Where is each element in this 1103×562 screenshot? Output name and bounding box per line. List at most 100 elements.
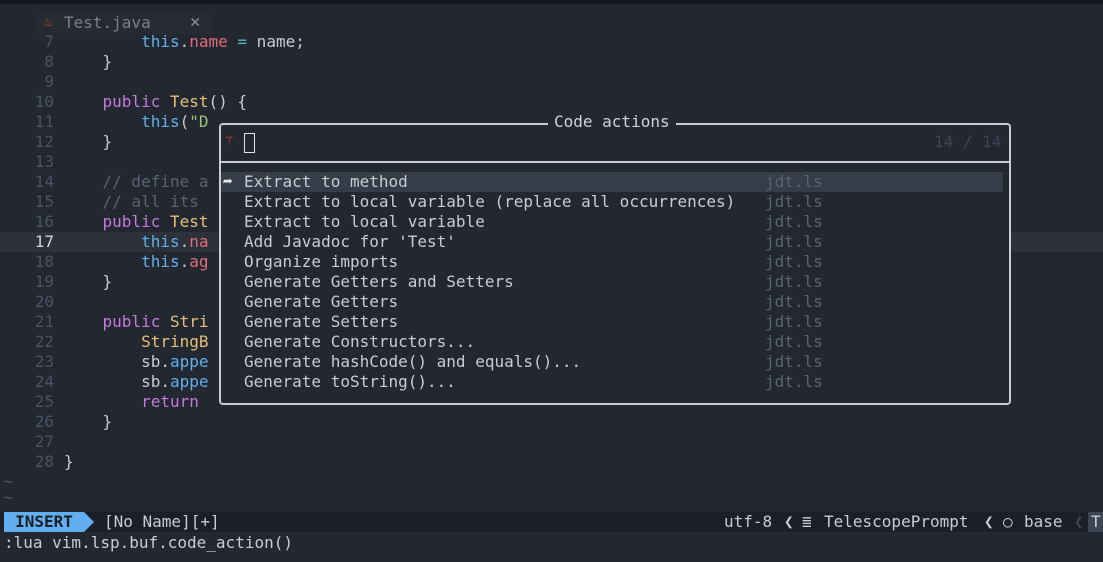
code-line[interactable]: 28} [0,452,1103,472]
line-number: 21 [34,312,54,331]
code-action-item[interactable]: Generate Getters and Setters jdt.ls [221,272,1003,292]
code-action-title: Generate hashCode() and equals()... [244,352,582,371]
separator-icon: ❮ [784,512,794,531]
lsp-client-name: jdt.ls [765,292,823,311]
line-number: 23 [34,352,54,371]
code-text: public Test [102,212,209,231]
command-line[interactable]: :lua vim.lsp.buf.code_action() [4,533,293,553]
code-text: // define a [102,172,209,191]
code-text: sb.appe [64,372,209,391]
java-icon: ♨ [44,14,53,30]
code-action-title: Generate toString()... [244,372,456,391]
code-action-item[interactable]: Add Javadoc for 'Test' jdt.ls [221,232,1003,252]
line-number: 27 [34,432,54,451]
code-text: this.na [141,232,209,251]
line-number: 26 [34,412,54,431]
code-action-title: Generate Getters and Setters [244,272,514,291]
line-number: 8 [44,52,54,71]
code-action-item[interactable]: Generate hashCode() and equals()... jdt.l… [221,352,1003,372]
close-icon[interactable]: ✕ [190,12,200,32]
separator-icon: ❮ [1074,512,1084,531]
code-text: return [141,392,199,411]
code-action-title: Extract to local variable (replace all o… [244,192,736,211]
code-action-title: Generate Setters [244,312,399,331]
line-number: 17 [34,232,54,251]
line-number: 20 [34,292,54,311]
code-action-title: Organize imports [244,252,399,271]
lsp-client-name: jdt.ls [765,172,823,191]
code-text: this("D [141,112,209,131]
code-text: public Test() { [102,92,248,111]
tab-test-java[interactable]: ♨ Test.java ✕ [38,12,214,34]
code-line[interactable]: 8 } [0,52,1103,72]
line-number: 22 [34,332,54,351]
code-text: } [64,452,74,471]
selection-caret-icon: ➦ [223,172,233,191]
code-action-item[interactable]: Organize imports jdt.ls [221,252,1003,272]
line-number: 12 [34,132,54,151]
buffer-name: [No Name][+] [104,512,220,531]
code-action-item[interactable]: Generate toString()... jdt.ls [221,372,1003,392]
lsp-client-name: jdt.ls [765,352,823,371]
line-number: 13 [34,152,54,171]
code-action-item[interactable]: Generate Setters jdt.ls [221,312,1003,332]
line-number: 16 [34,212,54,231]
code-action-item[interactable]: Generate Getters jdt.ls [221,292,1003,312]
code-text: StringB [141,332,209,351]
code-action-title: Generate Getters [244,292,399,311]
code-action-title: Extract to local variable [244,212,485,231]
telescope-icon: ⚚ [225,133,234,149]
code-line[interactable]: 7 this.name = name; [0,32,1103,52]
truncated-segment: T [1088,512,1103,532]
lsp-client-name: jdt.ls [765,192,823,211]
code-text: // all its [102,192,199,211]
code-action-item[interactable]: Extract to local variable (replace all o… [221,192,1003,212]
branch-icon: ○ [1003,512,1013,531]
code-line[interactable]: 26 } [0,412,1103,432]
code-text: } [64,272,113,291]
code-text: } [64,412,113,431]
code-action-title: Generate Constructors... [244,332,476,351]
code-action-title: Extract to method [244,172,408,191]
line-number: 15 [34,192,54,211]
code-line[interactable]: 27 [0,432,1103,452]
code-text: this.ag [141,252,209,271]
code-action-item[interactable]: Extract to local variable jdt.ls [221,212,1003,232]
line-number: 24 [34,372,54,391]
line-number: 11 [34,112,54,131]
line-number: 7 [44,32,54,51]
lsp-client-name: jdt.ls [765,312,823,331]
line-number: 14 [34,172,54,191]
code-text: this.name = name; [141,32,305,51]
separator-icon: ❮ [984,512,994,531]
filetype: TelescopePrompt [824,512,969,531]
tab-label: Test.java [64,13,151,32]
git-branch: base [1024,512,1063,531]
line-number: 18 [34,252,54,271]
lsp-client-name: jdt.ls [765,332,823,351]
filetype-icon: ≣ [802,512,812,531]
code-text: public Stri [102,312,209,331]
code-text: } [64,52,113,71]
code-line[interactable]: 10 public Test() { [0,92,1103,112]
mode-arrow-icon [84,512,94,532]
code-action-item[interactable]: Generate Constructors... jdt.ls [221,332,1003,352]
popup-divider [219,161,1009,163]
line-number: 9 [44,72,54,91]
code-text: } [64,132,113,151]
lsp-client-name: jdt.ls [765,232,823,251]
code-line[interactable]: 9 [0,72,1103,92]
line-number: 19 [34,272,54,291]
result-counter: 14 / 14 [934,132,1002,151]
file-encoding: utf-8 [724,512,773,531]
prompt-input[interactable] [244,133,255,153]
line-number: 10 [34,92,54,111]
code-action-title: Add Javadoc for 'Test' [244,232,456,251]
line-number: 28 [34,452,54,471]
code-action-item[interactable]: ➦ Extract to method jdt.ls [221,172,1003,192]
code-text: sb.appe [64,352,209,371]
lsp-client-name: jdt.ls [765,212,823,231]
line-number: 25 [34,392,54,411]
empty-line-marker: ~ [0,488,1103,508]
tilde-marker: ~ [4,488,14,507]
